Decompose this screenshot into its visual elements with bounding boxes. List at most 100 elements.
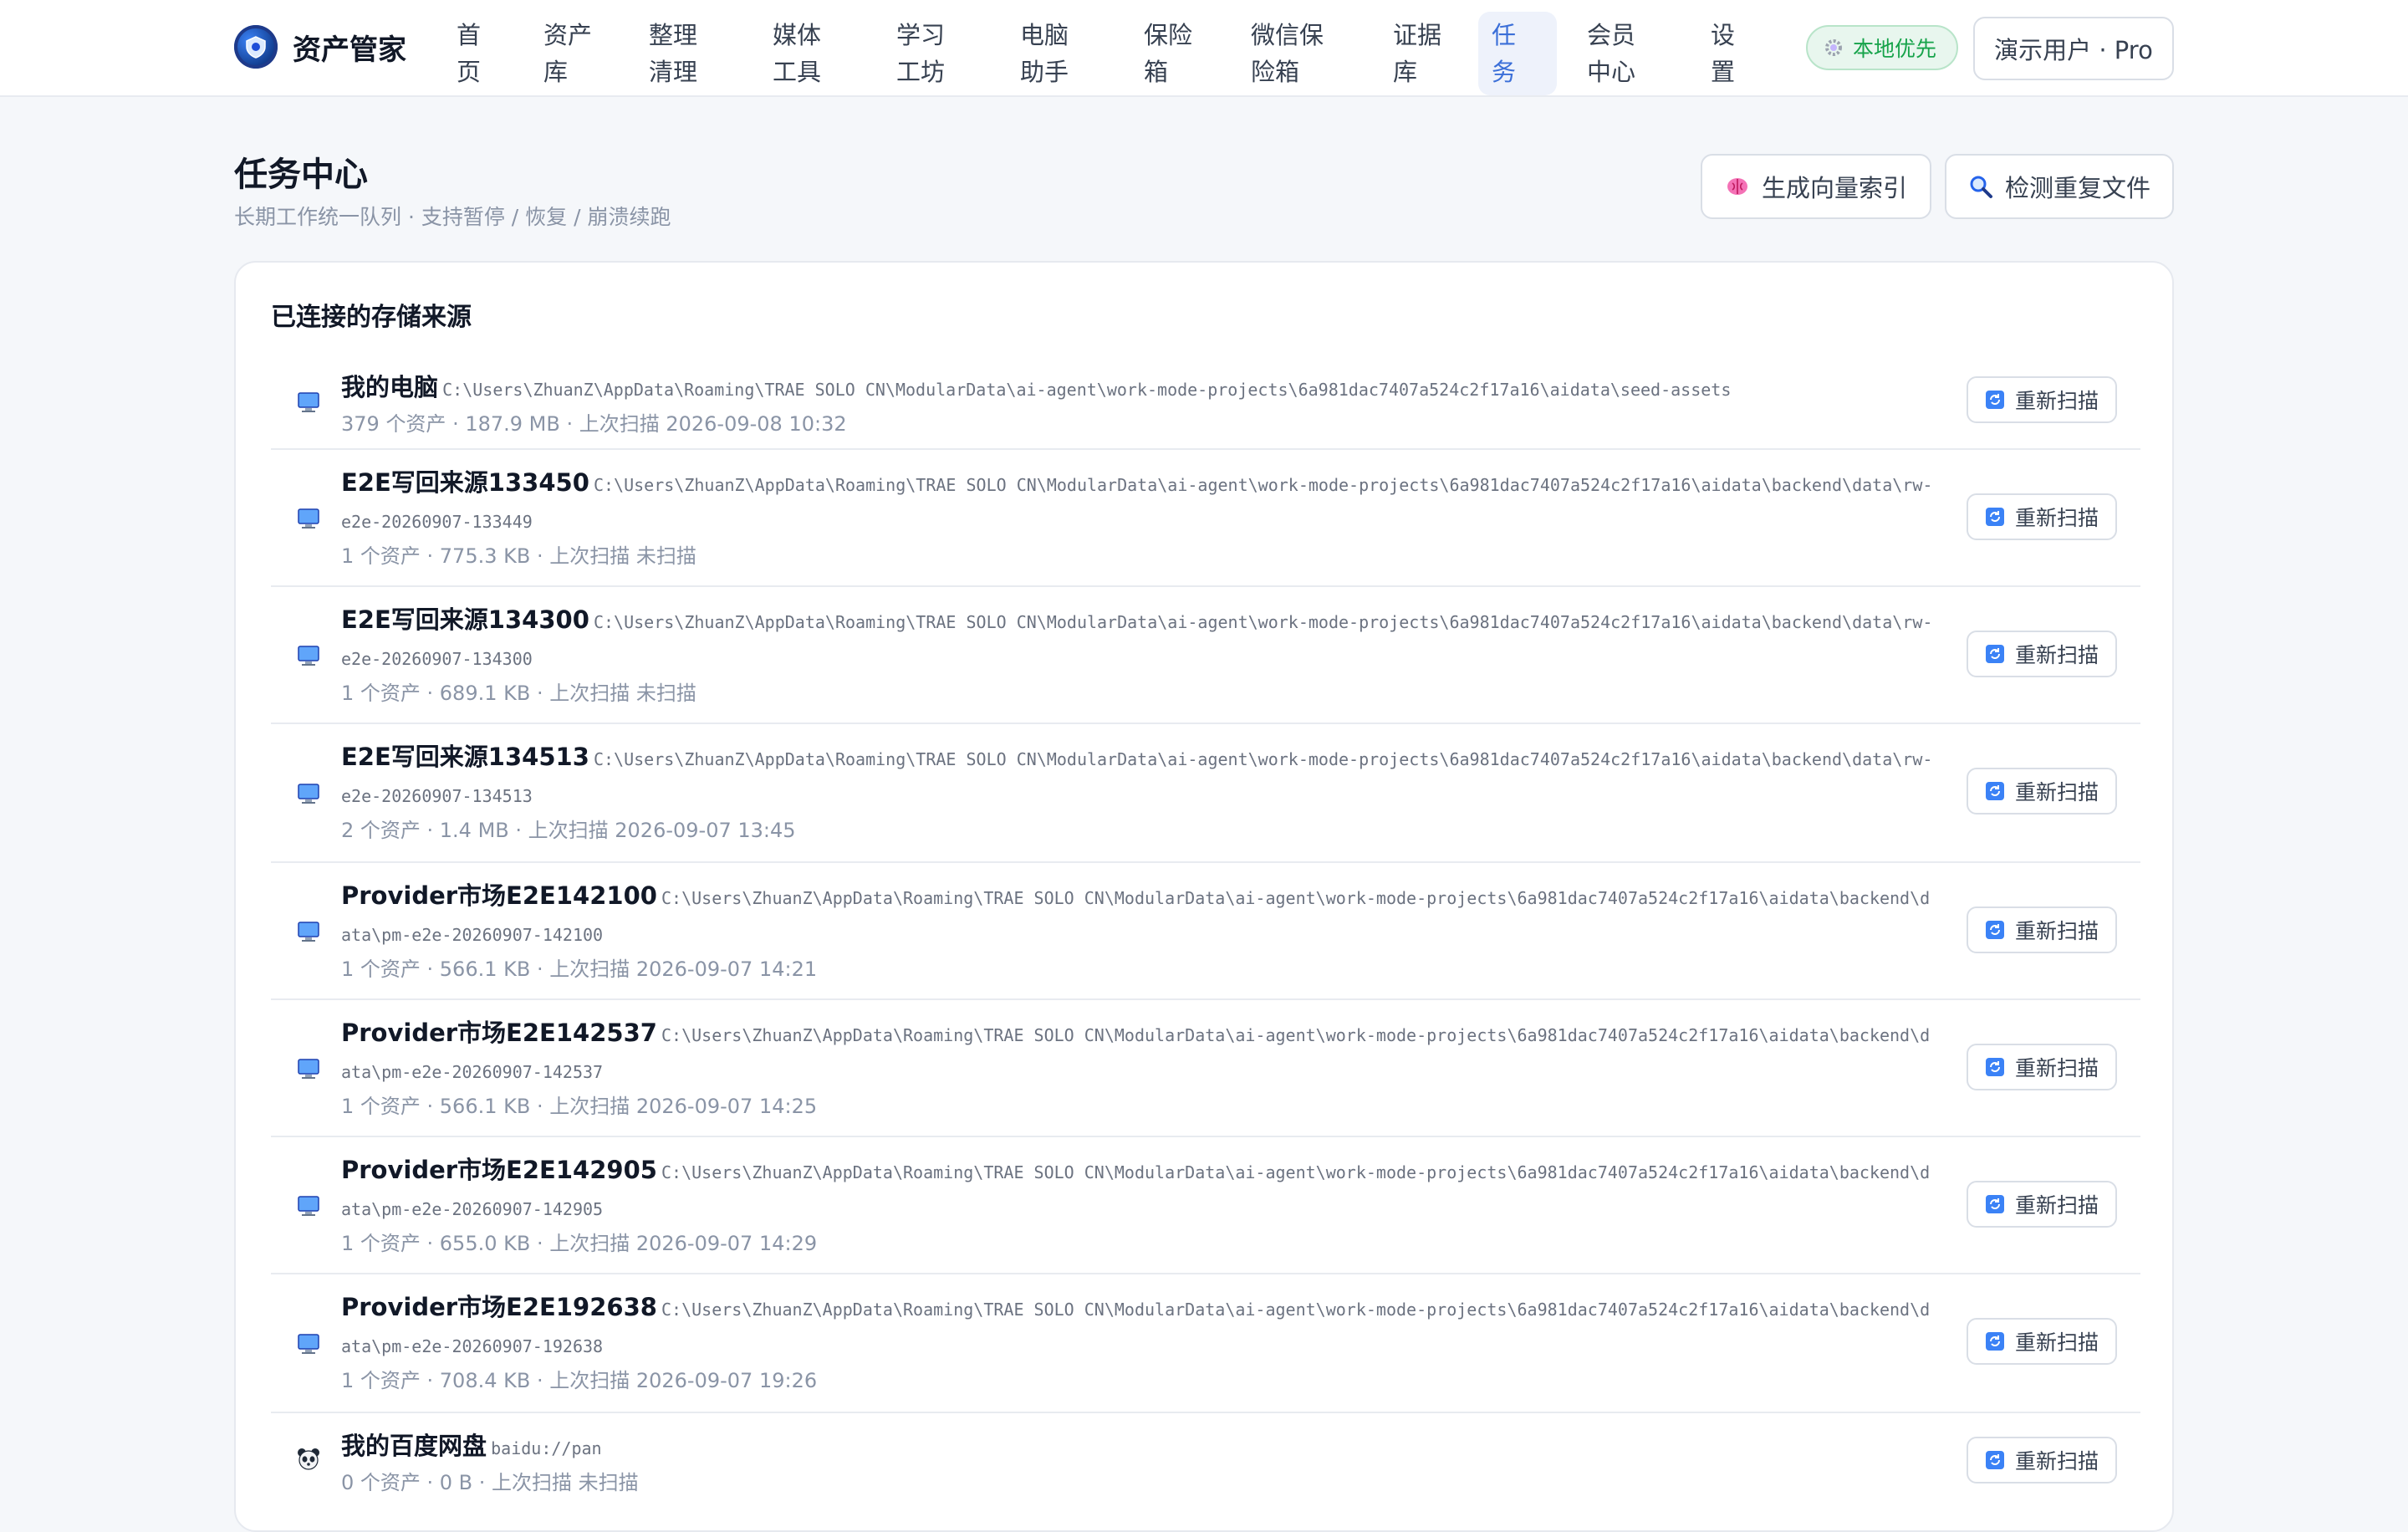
source-info: E2E写回来源133450 C:\Users\ZhuanZ\AppData\Ro… bbox=[341, 465, 1938, 571]
nav-item-home[interactable]: 首页 bbox=[443, 12, 510, 95]
rescan-label: 重新扫描 bbox=[2014, 1449, 2099, 1473]
nav-label: 微信保 险箱 bbox=[1251, 21, 1324, 86]
storage-sources-card: 已连接的存储来源 我的电脑 C:\Users\ZhuanZ\AppData\Ro… bbox=[234, 261, 2174, 1532]
computer-icon bbox=[298, 1334, 319, 1354]
computer-icon bbox=[298, 1196, 319, 1216]
nav-item-assets[interactable]: 资产库 bbox=[530, 12, 622, 95]
source-name: E2E写回来源134300 bbox=[341, 605, 589, 634]
source-row: Provider市场E2E142537 C:\Users\ZhuanZ\AppD… bbox=[271, 1000, 2140, 1137]
nav-item-learning[interactable]: 学习 工坊 bbox=[883, 12, 988, 95]
gear-icon bbox=[1825, 39, 1842, 56]
rescan-button[interactable]: 重新扫描 bbox=[1967, 768, 2117, 815]
nav-label: 证据库 bbox=[1393, 21, 1442, 86]
app-logo-icon bbox=[234, 25, 278, 69]
nav-label: 会员 中心 bbox=[1587, 21, 1636, 86]
page-title: 任务中心 bbox=[234, 156, 368, 194]
panda-icon bbox=[298, 1448, 319, 1470]
nav-item-settings[interactable]: 设置 bbox=[1697, 12, 1764, 95]
nav-item-membership[interactable]: 会员 中心 bbox=[1574, 12, 1679, 95]
user-menu-button[interactable]: 演示用户 · Pro bbox=[1973, 17, 2174, 80]
refresh-icon bbox=[1985, 1332, 2004, 1351]
detect-duplicates-button[interactable]: 检测重复文件 bbox=[1945, 154, 2174, 219]
nav-label: 电脑 助手 bbox=[1020, 21, 1069, 86]
source-row: Provider市场E2E192638 C:\Users\ZhuanZ\AppD… bbox=[271, 1274, 2140, 1413]
source-meta: 0 个资产 · 0 B · 上次扫描 未扫描 bbox=[341, 1471, 639, 1494]
rescan-button[interactable]: 重新扫描 bbox=[1967, 906, 2117, 953]
source-path: baidu://pan bbox=[491, 1438, 602, 1458]
source-meta: 379 个资产 · 187.9 MB · 上次扫描 2026-09-08 10:… bbox=[341, 412, 847, 436]
rescan-button[interactable]: 重新扫描 bbox=[1967, 1318, 2117, 1365]
source-row: E2E写回来源134513 C:\Users\ZhuanZ\AppData\Ro… bbox=[271, 724, 2140, 863]
computer-icon bbox=[298, 392, 319, 412]
card-title: 已连接的存储来源 bbox=[271, 303, 472, 332]
refresh-icon bbox=[1985, 921, 2004, 939]
source-info: E2E写回来源134513 C:\Users\ZhuanZ\AppData\Ro… bbox=[341, 739, 1938, 845]
nav-item-media-tools[interactable]: 媒体 工具 bbox=[759, 12, 865, 95]
computer-icon bbox=[298, 646, 319, 666]
source-info: 我的百度网盘 baidu://pan 0 个资产 · 0 B · 上次扫描 未扫… bbox=[341, 1428, 1938, 1498]
source-name: E2E写回来源134513 bbox=[341, 743, 589, 771]
source-row: 我的百度网盘 baidu://pan 0 个资产 · 0 B · 上次扫描 未扫… bbox=[271, 1413, 2140, 1512]
nav-label: 任务 bbox=[1492, 21, 1517, 86]
rescan-button[interactable]: 重新扫描 bbox=[1967, 376, 2117, 423]
rescan-label: 重新扫描 bbox=[2014, 1056, 2099, 1080]
top-navigation-bar: 资产管家 首页 资产库 整理 清理 媒体 工具 学习 工坊 电脑 助手 保险箱 微信保险… bbox=[0, 0, 2408, 97]
rescan-button[interactable]: 重新扫描 bbox=[1967, 1044, 2117, 1090]
refresh-icon bbox=[1985, 1058, 2004, 1076]
computer-icon bbox=[298, 1059, 319, 1079]
nav-item-tasks[interactable]: 任务 bbox=[1478, 12, 1557, 95]
rescan-label: 重新扫描 bbox=[2014, 389, 2099, 413]
brand[interactable]: 资产管家 bbox=[234, 25, 406, 69]
source-path: C:\Users\ZhuanZ\AppData\Roaming\TRAE SOL… bbox=[442, 380, 1732, 400]
rescan-label: 重新扫描 bbox=[2014, 1330, 2099, 1355]
nav-item-evidence[interactable]: 证据库 bbox=[1380, 12, 1472, 95]
refresh-icon bbox=[1985, 1451, 2004, 1469]
rescan-button[interactable]: 重新扫描 bbox=[1967, 1437, 2117, 1483]
rescan-label: 重新扫描 bbox=[2014, 506, 2099, 530]
nav-label: 整理 清理 bbox=[649, 21, 698, 86]
source-name: Provider市场E2E142100 bbox=[341, 881, 657, 910]
source-info: Provider市场E2E142537 C:\Users\ZhuanZ\AppD… bbox=[341, 1015, 1938, 1121]
source-meta: 1 个资产 · 566.1 KB · 上次扫描 2026-09-07 14:21 bbox=[341, 958, 818, 981]
app-name: 资产管家 bbox=[293, 33, 406, 67]
rescan-button[interactable]: 重新扫描 bbox=[1967, 493, 2117, 540]
source-meta: 1 个资产 · 566.1 KB · 上次扫描 2026-09-07 14:25 bbox=[341, 1095, 818, 1118]
source-name: E2E写回来源133450 bbox=[341, 468, 589, 497]
rescan-label: 重新扫描 bbox=[2014, 919, 2099, 943]
computer-icon bbox=[298, 922, 319, 942]
nav-label: 媒体 工具 bbox=[773, 21, 822, 86]
nav-label: 首页 bbox=[457, 21, 482, 86]
computer-icon bbox=[298, 784, 319, 804]
source-info: Provider市场E2E192638 C:\Users\ZhuanZ\AppD… bbox=[341, 1289, 1938, 1396]
source-name: 我的电脑 bbox=[341, 373, 439, 401]
source-name: 我的百度网盘 bbox=[341, 1432, 487, 1460]
source-meta: 1 个资产 · 708.4 KB · 上次扫描 2026-09-07 19:26 bbox=[341, 1369, 818, 1392]
nav-label: 学习 工坊 bbox=[896, 21, 946, 86]
source-meta: 1 个资产 · 689.1 KB · 上次扫描 未扫描 bbox=[341, 682, 696, 705]
generate-vector-index-button[interactable]: 生成向量索引 bbox=[1701, 154, 1931, 219]
computer-icon bbox=[298, 508, 319, 529]
source-name: Provider市场E2E142537 bbox=[341, 1019, 657, 1047]
source-info: Provider市场E2E142905 C:\Users\ZhuanZ\AppD… bbox=[341, 1152, 1938, 1259]
source-name: Provider市场E2E142905 bbox=[341, 1156, 657, 1184]
nav-item-pc-assistant[interactable]: 电脑 助手 bbox=[1007, 12, 1112, 95]
rescan-button[interactable]: 重新扫描 bbox=[1967, 631, 2117, 677]
nav-label: 保险箱 bbox=[1144, 21, 1193, 86]
nav-label: 资产库 bbox=[543, 21, 593, 86]
refresh-icon bbox=[1985, 508, 2004, 526]
source-row: Provider市场E2E142100 C:\Users\ZhuanZ\AppD… bbox=[271, 863, 2140, 1000]
nav-item-vault[interactable]: 保险箱 bbox=[1130, 12, 1222, 95]
local-first-badge: 本地优先 bbox=[1806, 25, 1959, 70]
brain-icon bbox=[1727, 178, 1747, 195]
source-name: Provider市场E2E192638 bbox=[341, 1293, 657, 1321]
detect-duplicates-label: 检测重复文件 bbox=[2004, 174, 2150, 202]
nav-item-wechat-vault[interactable]: 微信保 险箱 bbox=[1237, 12, 1354, 95]
source-row: Provider市场E2E142905 C:\Users\ZhuanZ\AppD… bbox=[271, 1137, 2140, 1274]
source-meta: 2 个资产 · 1.4 MB · 上次扫描 2026-09-07 13:45 bbox=[341, 819, 796, 842]
source-meta: 1 个资产 · 775.3 KB · 上次扫描 未扫描 bbox=[341, 544, 696, 568]
nav-item-organize[interactable]: 整理 清理 bbox=[635, 12, 741, 95]
refresh-icon bbox=[1985, 391, 2004, 409]
source-info: E2E写回来源134300 C:\Users\ZhuanZ\AppData\Ro… bbox=[341, 602, 1938, 708]
source-meta: 1 个资产 · 655.0 KB · 上次扫描 2026-09-07 14:29 bbox=[341, 1232, 818, 1255]
rescan-button[interactable]: 重新扫描 bbox=[1967, 1181, 2117, 1228]
